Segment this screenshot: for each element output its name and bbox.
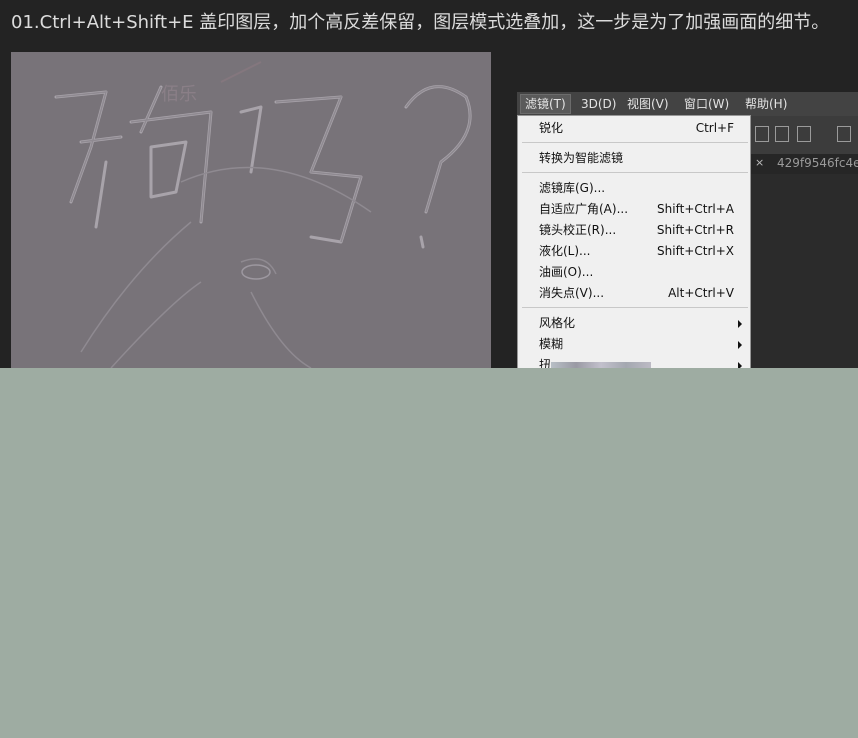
menu-item-adaptive-wide-angle[interactable]: 自适应广角(A)... Shift+Ctrl+A <box>518 199 750 220</box>
submenu-arrow-icon <box>738 362 742 368</box>
menu-separator <box>522 142 748 143</box>
menu-bar: 滤镜(T) 3D(D) 视图(V) 窗口(W) 帮助(H) <box>517 92 858 116</box>
submenu-arrow-icon <box>738 341 742 349</box>
high-pass-canvas: 佰乐 <box>11 52 491 368</box>
caption-text: 01.Ctrl+Alt+Shift+E 盖印图层，加个高反差保留，图层模式选叠加… <box>11 12 830 33</box>
menu-item-sharpen[interactable]: 锐化 Ctrl+F <box>518 118 750 139</box>
menu-item-stylize[interactable]: 风格化 <box>518 313 750 334</box>
filter-dropdown-menu: 锐化 Ctrl+F 转换为智能滤镜 滤镜库(G)... 自适应广角(A)... … <box>517 115 751 368</box>
menu-filter[interactable]: 滤镜(T) <box>520 94 571 114</box>
image-artifact-strip <box>551 362 651 368</box>
align-center-icon[interactable] <box>775 126 789 142</box>
canvas-artwork: 佰乐 <box>54 61 472 368</box>
svg-text:佰乐: 佰乐 <box>161 84 197 105</box>
menu-item-convert-smart-filter[interactable]: 转换为智能滤镜 <box>518 148 750 169</box>
menu-separator <box>522 172 748 173</box>
tab-close-button[interactable]: × <box>755 156 764 169</box>
menu-view[interactable]: 视图(V) <box>623 95 673 113</box>
menu-item-filter-gallery[interactable]: 滤镜库(G)... <box>518 178 750 199</box>
align-left-icon[interactable] <box>755 126 769 142</box>
document-tab[interactable]: × 429f9546fc4e <box>751 154 858 174</box>
menu-3d[interactable]: 3D(D) <box>577 95 620 113</box>
menu-item-liquify[interactable]: 液化(L)... Shift+Ctrl+X <box>518 241 750 262</box>
submenu-arrow-icon <box>738 320 742 328</box>
menu-item-vanishing-point[interactable]: 消失点(V)... Alt+Ctrl+V <box>518 283 750 304</box>
distribute-icon[interactable] <box>837 126 851 142</box>
menu-help[interactable]: 帮助(H) <box>741 95 791 113</box>
menu-item-lens-correction[interactable]: 镜头校正(R)... Shift+Ctrl+R <box>518 220 750 241</box>
tab-title: 429f9546fc4e <box>777 156 858 170</box>
align-right-icon[interactable] <box>797 126 811 142</box>
menu-window[interactable]: 窗口(W) <box>680 95 733 113</box>
menu-item-blur[interactable]: 模糊 <box>518 334 750 355</box>
options-toolbar <box>751 116 858 154</box>
menu-separator <box>522 307 748 308</box>
menu-item-oil-paint[interactable]: 油画(O)... <box>518 262 750 283</box>
